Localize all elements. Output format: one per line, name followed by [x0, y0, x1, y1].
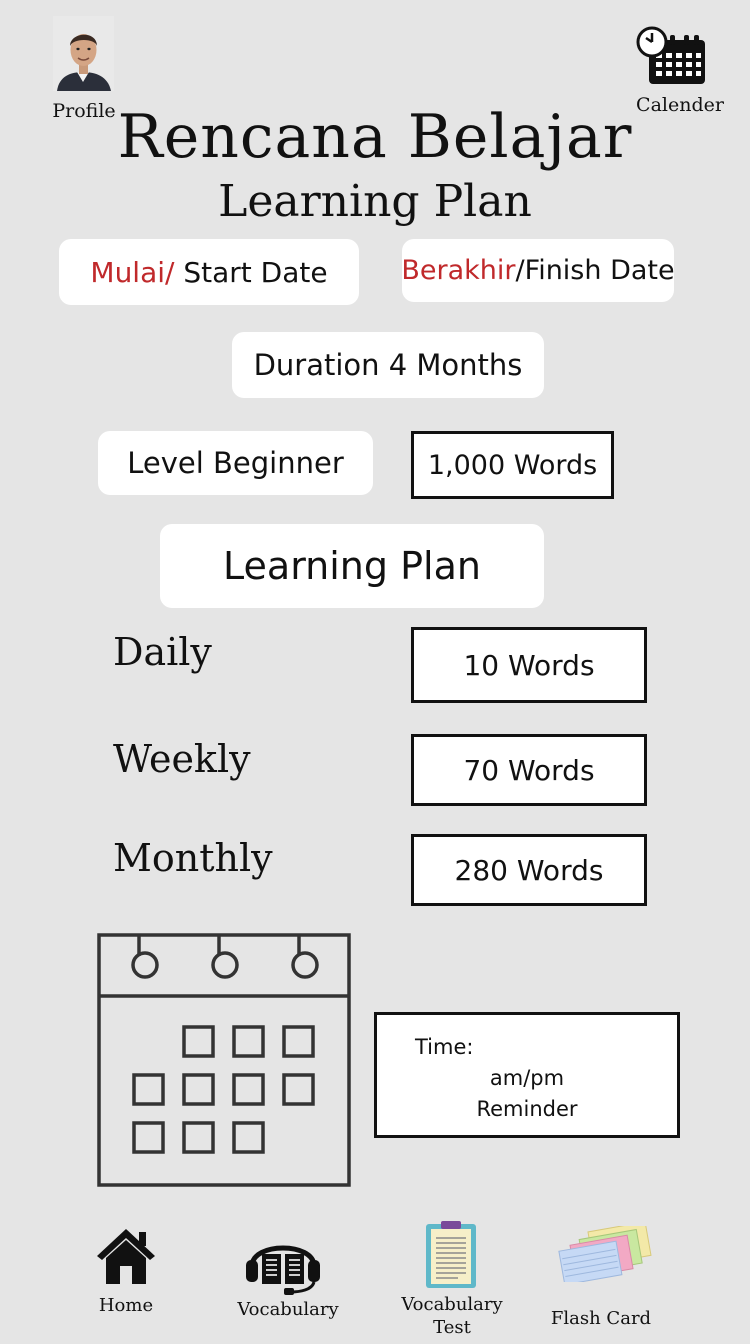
- clipboard-icon[interactable]: [424, 1220, 478, 1290]
- learning-plan-header[interactable]: Learning Plan: [160, 524, 544, 608]
- headphones-book-icon[interactable]: [242, 1228, 324, 1296]
- flash-cards-icon[interactable]: [548, 1221, 654, 1286]
- nav-vocabulary-label[interactable]: Vocabulary: [228, 1298, 348, 1321]
- finish-date-prefix: Berakhir: [401, 255, 516, 286]
- nav-vocabulary-test-line2: Test: [433, 1317, 471, 1338]
- start-date-button[interactable]: Mulai/ Start Date: [59, 239, 359, 305]
- monthly-words-box[interactable]: 280 Words: [411, 834, 647, 906]
- calendar-illustration-icon[interactable]: [97, 931, 353, 1187]
- nav-vocabulary-test-line1: Vocabulary: [401, 1294, 503, 1315]
- monthly-label: Monthly: [113, 836, 273, 880]
- weekly-words-box[interactable]: 70 Words: [411, 734, 647, 806]
- level-button[interactable]: Level Beginner: [98, 431, 373, 495]
- finish-date-label: /Finish Date: [515, 255, 675, 286]
- daily-words-box[interactable]: 10 Words: [411, 627, 647, 703]
- reminder-ampm: am/pm: [489, 1066, 565, 1090]
- reminder-time-label: Time:: [415, 1035, 474, 1059]
- start-date-prefix: Mulai/: [90, 255, 175, 289]
- avatar[interactable]: [53, 16, 114, 91]
- nav-vocabulary-test-label[interactable]: Vocabulary Test: [392, 1293, 512, 1339]
- nav-home-label[interactable]: Home: [76, 1294, 176, 1317]
- start-date-label: Start Date: [174, 255, 328, 289]
- home-icon[interactable]: [95, 1226, 157, 1286]
- weekly-label: Weekly: [113, 737, 251, 781]
- nav-flash-card-label[interactable]: Flash Card: [540, 1307, 662, 1330]
- reminder-box[interactable]: Time: am/pm Reminder: [374, 1012, 680, 1138]
- reminder-label: Reminder: [476, 1097, 578, 1121]
- page-subtitle: Learning Plan: [218, 176, 532, 227]
- daily-label: Daily: [113, 630, 212, 674]
- calendar-icon[interactable]: [636, 26, 706, 86]
- page-title: Rencana Belajar: [117, 102, 633, 172]
- duration-button[interactable]: Duration 4 Months: [232, 332, 544, 398]
- total-words-box[interactable]: 1,000 Words: [411, 431, 614, 499]
- finish-date-button[interactable]: Berakhir/Finish Date: [401, 239, 675, 302]
